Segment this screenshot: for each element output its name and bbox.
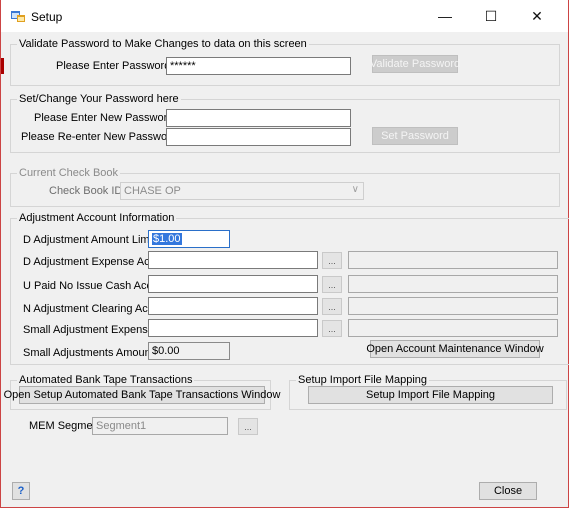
minimize-button[interactable]: — [422,0,468,32]
check-book-group-title: Current Check Book [17,167,121,179]
password-input[interactable]: ****** [166,57,351,75]
setup-window: Setup — ☐ ✕ Validate Password to Make Ch… [0,0,569,508]
validate-password-button[interactable]: Validate Password [370,55,460,73]
expense-account-description [348,251,558,269]
upaid-account-lookup-button[interactable]: ... [322,276,342,293]
check-book-id-value: CHASE OP [124,185,181,197]
chevron-down-icon: ∨ [351,184,359,195]
adjustment-group-title: Adjustment Account Information [17,212,177,224]
reenter-password-label: Please Re-enter New Password : [21,131,184,143]
title-bar: Setup — ☐ ✕ [1,0,568,32]
clearing-account-input[interactable] [148,297,318,315]
check-book-id-label: Check Book ID [49,185,123,197]
small-expense-input[interactable] [148,319,318,337]
open-bank-tape-window-button[interactable]: Open Setup Automated Bank Tape Transacti… [4,386,280,404]
upaid-account-description [348,275,558,293]
close-button[interactable]: Close [479,482,537,500]
amount-limit-input[interactable]: $1.00 [148,230,230,248]
check-book-id-dropdown[interactable]: CHASE OP ∨ [120,182,364,200]
small-expense-label: Small Adjustment Expense [23,324,154,336]
set-password-button[interactable]: Set Password [372,127,458,145]
open-account-maintenance-button[interactable]: Open Account Maintenance Window [366,340,544,358]
mem-segment-input[interactable]: Segment1 [92,417,228,435]
bank-tape-group-title: Automated Bank Tape Transactions [17,374,195,386]
setup-import-file-mapping-button[interactable]: Setup Import File Mapping [308,386,553,404]
validate-group-title: Validate Password to Make Changes to dat… [17,38,309,50]
small-limit-input[interactable]: $0.00 [148,342,230,360]
small-expense-lookup-button[interactable]: ... [322,320,342,337]
mem-segment-label: MEM Segment [29,420,102,432]
amount-limit-label: D Adjustment Amount Limit [23,234,156,246]
window-title: Setup [31,10,63,24]
reenter-password-input[interactable] [166,128,351,146]
small-expense-description [348,319,558,337]
expense-account-input[interactable] [148,251,318,269]
clearing-account-description [348,297,558,315]
maximize-button[interactable]: ☐ [468,0,514,32]
help-button[interactable]: ? [12,482,30,500]
expense-account-lookup-button[interactable]: ... [322,252,342,269]
window-edge-accent [1,58,4,74]
clearing-account-lookup-button[interactable]: ... [322,298,342,315]
app-icon [11,11,25,22]
amount-limit-value: $1.00 [152,233,182,245]
set-password-group-title: Set/Change Your Password here [17,93,181,105]
mem-segment-lookup-button[interactable]: ... [238,418,258,435]
close-window-button[interactable]: ✕ [514,0,560,32]
upaid-account-input[interactable] [148,275,318,293]
new-password-input[interactable] [166,109,351,127]
password-label: Please Enter Password : [56,60,177,72]
import-mapping-group-title: Setup Import File Mapping [296,374,430,386]
new-password-label: Please Enter New Password : [34,112,180,124]
